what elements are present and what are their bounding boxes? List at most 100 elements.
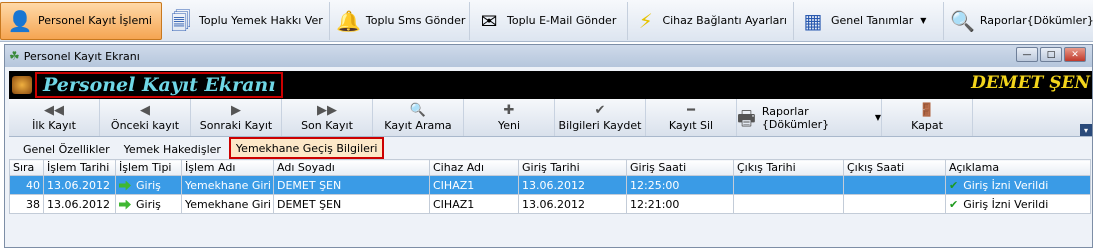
bell-icon: 🔔 xyxy=(336,8,361,33)
toolbar-label: Toplu E-Mail Gönder xyxy=(507,14,617,27)
table-row[interactable]: 40 13.06.2012 Giriş Yemekhane Giri DEMET… xyxy=(9,175,1091,195)
column-header[interactable]: İşlem Adı xyxy=(181,159,274,176)
action-label: Önceki kayıt xyxy=(110,118,180,132)
header-banner: Personel Kayıt Ekranı DEMET ŞEN xyxy=(9,71,1092,99)
toolbar-label: Personel Kayıt İşlemi xyxy=(38,14,152,27)
tab-yemek-hakedisler[interactable]: Yemek Hakedişler xyxy=(118,139,227,159)
cell-aciklama: ✔ Giriş İzni Verildi xyxy=(945,175,1091,195)
plus-icon: ✚ xyxy=(503,102,515,118)
current-user-name: DEMET ŞEN xyxy=(971,73,1090,93)
column-header[interactable]: Çıkış Tarihi xyxy=(733,159,844,176)
toplu-sms-button[interactable]: 🔔 Toplu Sms Gönder xyxy=(330,1,470,40)
aciklama-text: Giriş İzni Verildi xyxy=(963,197,1049,211)
column-header[interactable]: İşlem Tipi xyxy=(115,159,182,176)
islem-tipi-text: Giriş xyxy=(136,197,161,211)
action-label: Yeni xyxy=(497,118,521,132)
toolbar-label: Raporlar{Dökümler} xyxy=(979,14,1093,27)
cell-cikis-saati xyxy=(843,175,946,195)
cell-adi-soyadi: DEMET ŞEN xyxy=(273,175,430,195)
cell-cikis-saati xyxy=(843,194,946,214)
column-header[interactable]: Cihaz Adı xyxy=(429,159,519,176)
column-header[interactable]: Sıra xyxy=(9,159,44,176)
lightning-icon: ⚡ xyxy=(638,8,653,33)
action-label: Kapat xyxy=(911,118,943,132)
column-header[interactable]: İşlem Tarihi xyxy=(43,159,116,176)
next-record-button[interactable]: ▶ Sonraki Kayıt xyxy=(191,99,282,136)
chevron-down-icon[interactable]: ▼ xyxy=(920,16,926,25)
previous-record-button[interactable]: ◀ Önceki kayıt xyxy=(100,99,191,136)
toplu-email-button[interactable]: ✉ Toplu E-Mail Gönder xyxy=(470,1,628,40)
column-header[interactable]: Adı Soyadı xyxy=(273,159,430,176)
cell-adi-soyadi: DEMET ŞEN xyxy=(273,194,430,214)
checkmark-icon: ✔ xyxy=(949,178,959,192)
table-row[interactable]: 38 13.06.2012 Giriş Yemekhane Giri DEMET… xyxy=(9,194,1091,214)
action-label: Raporlar {Dökümler} xyxy=(761,104,830,131)
cell-islem-tarihi: 13.06.2012 xyxy=(43,194,116,214)
window-titlebar[interactable]: ☘ Personel Kayıt Ekranı — □ ✕ xyxy=(5,45,1092,67)
gecis-grid: Sıra İşlem Tarihi İşlem Tipi İşlem Adı A… xyxy=(9,159,1091,214)
aciklama-text: Giriş İzni Verildi xyxy=(963,178,1049,192)
cell-cihaz-adi: CIHAZ1 xyxy=(429,175,519,195)
tab-genel-ozellikler[interactable]: Genel Özellikler xyxy=(17,139,116,159)
close-button[interactable]: ✕ xyxy=(1064,47,1086,62)
column-header[interactable]: Açıklama xyxy=(945,159,1091,176)
column-header[interactable]: Giriş Saati xyxy=(626,159,734,176)
genel-tanimlar-button[interactable]: ▦ Genel Tanımlar ▼ xyxy=(794,1,944,40)
report-magnifier-icon: 🔍 xyxy=(950,8,975,33)
user-card-icon: 👤 xyxy=(7,8,33,33)
reports-button[interactable]: 🖶 Raporlar {Dökümler} ▼ xyxy=(737,99,882,136)
record-actionbar: ◀◀ İlk Kayıt ◀ Önceki kayıt ▶ Sonraki Kayıt… xyxy=(9,99,1092,137)
cell-cikis-tarihi xyxy=(733,194,844,214)
last-record-button[interactable]: ▶▶ Son Kayıt xyxy=(282,99,373,136)
search-record-icon: 🔍 xyxy=(409,102,427,118)
toolbar-label: Toplu Yemek Hakkı Ver xyxy=(199,14,323,27)
islem-tipi-text: Giriş xyxy=(136,178,161,192)
toplu-yemek-hakki-button[interactable]: 🗐 Toplu Yemek Hakkı Ver xyxy=(162,1,330,40)
tab-yemekhane-gecis[interactable]: Yemekhane Geçiş Bilgileri xyxy=(228,137,385,159)
column-header[interactable]: Giriş Tarihi xyxy=(518,159,627,176)
toolbar-label: Genel Tanımlar xyxy=(831,14,914,27)
tab-strip: Genel Özellikler Yemek Hakedişler Yemekh… xyxy=(9,137,1092,159)
personel-kayit-button[interactable]: 👤 Personel Kayıt İşlemi xyxy=(0,1,162,40)
cell-aciklama: ✔ Giriş İzni Verildi xyxy=(945,194,1091,214)
save-button[interactable]: ✔ Bilgileri Kaydet xyxy=(555,99,646,136)
cell-giris-saati: 12:21:00 xyxy=(626,194,734,214)
cell-cikis-tarihi xyxy=(733,175,844,195)
cell-cihaz-adi: CIHAZ1 xyxy=(429,194,519,214)
minus-icon: ━ xyxy=(687,102,695,118)
arrow-right-icon xyxy=(119,180,131,191)
minimize-button[interactable]: — xyxy=(1016,47,1038,62)
column-header[interactable]: Çıkış Saati xyxy=(843,159,946,176)
action-label: İlk Kayıt xyxy=(32,118,76,132)
delete-record-button[interactable]: ━ Kayıt Sil xyxy=(646,99,737,136)
toolbar-label: Cihaz Bağlantı Ayarları xyxy=(662,14,787,27)
toolbar-label: Toplu Sms Gönder xyxy=(365,14,466,27)
envelope-icon: ✉ xyxy=(480,8,498,33)
arrow-right-icon xyxy=(119,199,131,210)
page-title: Personel Kayıt Ekranı xyxy=(35,72,284,98)
next-record-icon: ▶ xyxy=(231,102,241,118)
cihaz-baglanti-button[interactable]: ⚡ Cihaz Bağlantı Ayarları xyxy=(628,1,794,40)
printer-icon: 🖶 xyxy=(737,105,756,130)
documents-arrow-icon: 🗐 xyxy=(171,8,191,33)
action-label: Son Kayıt xyxy=(301,118,353,132)
checkmark-icon: ✔ xyxy=(594,102,606,118)
cell-sira: 40 xyxy=(9,175,44,195)
window-title: Personel Kayıt Ekranı xyxy=(23,49,140,63)
main-toolbar: 👤 Personel Kayıt İşlemi 🗐 Toplu Yemek Ha… xyxy=(0,0,1093,42)
first-record-button[interactable]: ◀◀ İlk Kayıt xyxy=(9,99,100,136)
search-record-button[interactable]: 🔍 Kayıt Arama xyxy=(373,99,464,136)
new-record-button[interactable]: ✚ Yeni xyxy=(464,99,555,136)
cell-islem-adi: Yemekhane Giri xyxy=(181,194,274,214)
toolbar-options-icon[interactable]: ▾ xyxy=(1080,124,1092,136)
close-window-button[interactable]: 🚪 Kapat xyxy=(882,99,973,136)
burger-logo-icon xyxy=(12,76,32,94)
previous-record-icon: ◀ xyxy=(140,102,150,118)
maximize-button[interactable]: □ xyxy=(1040,47,1062,62)
chevron-down-icon[interactable]: ▼ xyxy=(875,113,881,122)
action-label: Sonraki Kayıt xyxy=(199,118,273,132)
exit-door-icon: 🚪 xyxy=(918,102,936,118)
cell-islem-tipi: Giriş xyxy=(115,194,182,214)
raporlar-button[interactable]: 🔍 Raporlar{Dökümler} xyxy=(944,2,1093,40)
action-label: Kayıt Sil xyxy=(668,118,714,132)
